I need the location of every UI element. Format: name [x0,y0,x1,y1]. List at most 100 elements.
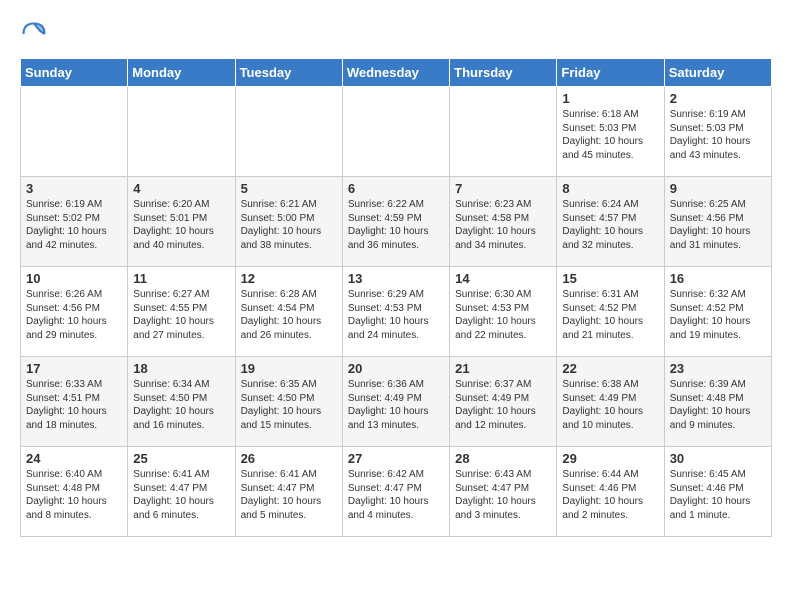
day-number: 1 [562,91,658,106]
calendar-cell: 10 Sunrise: 6:26 AM Sunset: 4:56 PM Dayli… [21,267,128,357]
day-number: 10 [26,271,122,286]
day-number: 20 [348,361,444,376]
day-number: 14 [455,271,551,286]
day-number: 4 [133,181,229,196]
day-number: 27 [348,451,444,466]
day-number: 21 [455,361,551,376]
calendar-cell: 28 Sunrise: 6:43 AM Sunset: 4:47 PM Dayli… [450,447,557,537]
day-info: Sunrise: 6:19 AM Sunset: 5:03 PM Dayligh… [670,108,766,162]
calendar-cell: 20 Sunrise: 6:36 AM Sunset: 4:49 PM Dayli… [342,357,449,447]
column-header-saturday: Saturday [664,59,771,87]
calendar-cell: 27 Sunrise: 6:42 AM Sunset: 4:47 PM Dayli… [342,447,449,537]
calendar-header-row: SundayMondayTuesdayWednesdayThursdayFrid… [21,59,772,87]
day-info: Sunrise: 6:33 AM Sunset: 4:51 PM Dayligh… [26,378,122,432]
day-number: 6 [348,181,444,196]
calendar-cell: 21 Sunrise: 6:37 AM Sunset: 4:49 PM Dayli… [450,357,557,447]
day-info: Sunrise: 6:18 AM Sunset: 5:03 PM Dayligh… [562,108,658,162]
calendar-cell: 6 Sunrise: 6:22 AM Sunset: 4:59 PM Daylig… [342,177,449,267]
day-info: Sunrise: 6:35 AM Sunset: 4:50 PM Dayligh… [241,378,337,432]
calendar-cell: 18 Sunrise: 6:34 AM Sunset: 4:50 PM Dayli… [128,357,235,447]
calendar-cell: 4 Sunrise: 6:20 AM Sunset: 5:01 PM Daylig… [128,177,235,267]
day-info: Sunrise: 6:45 AM Sunset: 4:46 PM Dayligh… [670,468,766,522]
day-number: 22 [562,361,658,376]
day-number: 7 [455,181,551,196]
day-info: Sunrise: 6:40 AM Sunset: 4:48 PM Dayligh… [26,468,122,522]
calendar-cell: 5 Sunrise: 6:21 AM Sunset: 5:00 PM Daylig… [235,177,342,267]
day-number: 9 [670,181,766,196]
day-number: 3 [26,181,122,196]
calendar-cell: 22 Sunrise: 6:38 AM Sunset: 4:49 PM Dayli… [557,357,664,447]
day-number: 25 [133,451,229,466]
calendar-cell: 14 Sunrise: 6:30 AM Sunset: 4:53 PM Dayli… [450,267,557,357]
day-info: Sunrise: 6:27 AM Sunset: 4:55 PM Dayligh… [133,288,229,342]
day-number: 29 [562,451,658,466]
day-info: Sunrise: 6:41 AM Sunset: 4:47 PM Dayligh… [241,468,337,522]
calendar-cell [342,87,449,177]
day-number: 28 [455,451,551,466]
day-info: Sunrise: 6:21 AM Sunset: 5:00 PM Dayligh… [241,198,337,252]
day-number: 15 [562,271,658,286]
logo-icon [20,20,48,48]
column-header-wednesday: Wednesday [342,59,449,87]
day-number: 13 [348,271,444,286]
day-number: 23 [670,361,766,376]
calendar-week-2: 3 Sunrise: 6:19 AM Sunset: 5:02 PM Daylig… [21,177,772,267]
calendar-cell: 23Sunrise: 6:39 AM Sunset: 4:48 PM Dayli… [664,357,771,447]
column-header-thursday: Thursday [450,59,557,87]
day-info: Sunrise: 6:22 AM Sunset: 4:59 PM Dayligh… [348,198,444,252]
calendar-cell: 11Sunrise: 6:27 AM Sunset: 4:55 PM Dayli… [128,267,235,357]
day-number: 16 [670,271,766,286]
calendar-week-5: 24Sunrise: 6:40 AM Sunset: 4:48 PM Dayli… [21,447,772,537]
day-number: 2 [670,91,766,106]
day-number: 19 [241,361,337,376]
calendar-cell: 30Sunrise: 6:45 AM Sunset: 4:46 PM Dayli… [664,447,771,537]
calendar-cell: 17 Sunrise: 6:33 AM Sunset: 4:51 PM Dayli… [21,357,128,447]
day-number: 18 [133,361,229,376]
day-info: Sunrise: 6:19 AM Sunset: 5:02 PM Dayligh… [26,198,122,252]
calendar-cell: 13 Sunrise: 6:29 AM Sunset: 4:53 PM Dayli… [342,267,449,357]
calendar-week-1: 1 Sunrise: 6:18 AM Sunset: 5:03 PM Daylig… [21,87,772,177]
calendar-week-3: 10 Sunrise: 6:26 AM Sunset: 4:56 PM Dayli… [21,267,772,357]
day-info: Sunrise: 6:36 AM Sunset: 4:49 PM Dayligh… [348,378,444,432]
calendar-cell: 29 Sunrise: 6:44 AM Sunset: 4:46 PM Dayli… [557,447,664,537]
day-info: Sunrise: 6:30 AM Sunset: 4:53 PM Dayligh… [455,288,551,342]
day-number: 5 [241,181,337,196]
calendar-cell [21,87,128,177]
calendar-cell: 15Sunrise: 6:31 AM Sunset: 4:52 PM Dayli… [557,267,664,357]
day-info: Sunrise: 6:26 AM Sunset: 4:56 PM Dayligh… [26,288,122,342]
column-header-sunday: Sunday [21,59,128,87]
column-header-tuesday: Tuesday [235,59,342,87]
calendar-cell [235,87,342,177]
day-info: Sunrise: 6:38 AM Sunset: 4:49 PM Dayligh… [562,378,658,432]
column-header-friday: Friday [557,59,664,87]
day-info: Sunrise: 6:29 AM Sunset: 4:53 PM Dayligh… [348,288,444,342]
day-info: Sunrise: 6:25 AM Sunset: 4:56 PM Dayligh… [670,198,766,252]
calendar-cell: 2 Sunrise: 6:19 AM Sunset: 5:03 PM Daylig… [664,87,771,177]
day-info: Sunrise: 6:32 AM Sunset: 4:52 PM Dayligh… [670,288,766,342]
day-info: Sunrise: 6:24 AM Sunset: 4:57 PM Dayligh… [562,198,658,252]
day-number: 8 [562,181,658,196]
day-info: Sunrise: 6:23 AM Sunset: 4:58 PM Dayligh… [455,198,551,252]
calendar-cell: 19 Sunrise: 6:35 AM Sunset: 4:50 PM Dayli… [235,357,342,447]
calendar-cell: 12 Sunrise: 6:28 AM Sunset: 4:54 PM Dayli… [235,267,342,357]
day-info: Sunrise: 6:42 AM Sunset: 4:47 PM Dayligh… [348,468,444,522]
day-info: Sunrise: 6:43 AM Sunset: 4:47 PM Dayligh… [455,468,551,522]
day-info: Sunrise: 6:34 AM Sunset: 4:50 PM Dayligh… [133,378,229,432]
calendar-cell: 9 Sunrise: 6:25 AM Sunset: 4:56 PM Daylig… [664,177,771,267]
day-info: Sunrise: 6:28 AM Sunset: 4:54 PM Dayligh… [241,288,337,342]
calendar-cell [128,87,235,177]
day-number: 12 [241,271,337,286]
day-number: 17 [26,361,122,376]
calendar-cell: 25 Sunrise: 6:41 AM Sunset: 4:47 PM Dayli… [128,447,235,537]
calendar-cell [450,87,557,177]
calendar: SundayMondayTuesdayWednesdayThursdayFrid… [20,58,772,537]
logo [20,20,52,48]
calendar-cell: 8 Sunrise: 6:24 AM Sunset: 4:57 PM Daylig… [557,177,664,267]
day-info: Sunrise: 6:37 AM Sunset: 4:49 PM Dayligh… [455,378,551,432]
day-number: 26 [241,451,337,466]
day-info: Sunrise: 6:41 AM Sunset: 4:47 PM Dayligh… [133,468,229,522]
column-header-monday: Monday [128,59,235,87]
day-info: Sunrise: 6:20 AM Sunset: 5:01 PM Dayligh… [133,198,229,252]
day-info: Sunrise: 6:44 AM Sunset: 4:46 PM Dayligh… [562,468,658,522]
calendar-cell: 16 Sunrise: 6:32 AM Sunset: 4:52 PM Dayli… [664,267,771,357]
